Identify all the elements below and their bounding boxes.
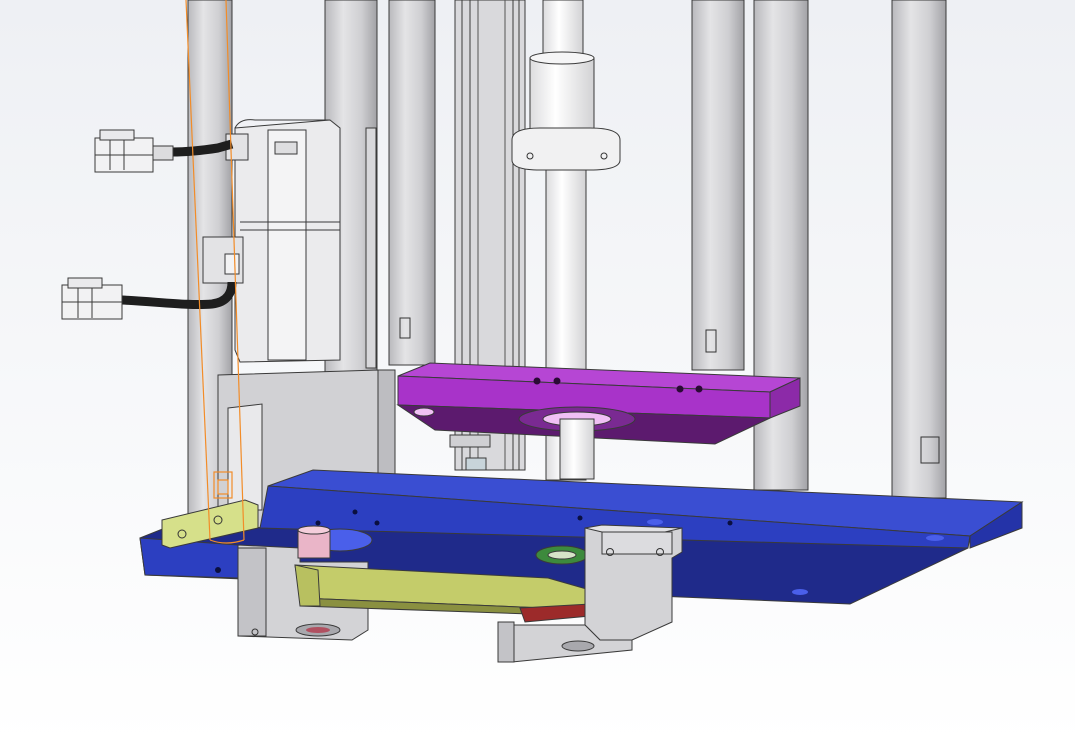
driven-pulley[interactable]: [535, 545, 589, 565]
motor-pulley[interactable]: [297, 525, 331, 559]
cad-model-viewport[interactable]: [0, 0, 1075, 745]
cad-assembly-drawing[interactable]: [0, 0, 1075, 745]
screw-nut-flange[interactable]: [511, 127, 621, 171]
guide-rod-back-2[interactable]: [691, 0, 745, 371]
ball-screw-lower[interactable]: [559, 418, 595, 480]
guide-rod-back-1[interactable]: [388, 0, 436, 366]
guide-rod-back-4[interactable]: [891, 0, 947, 499]
